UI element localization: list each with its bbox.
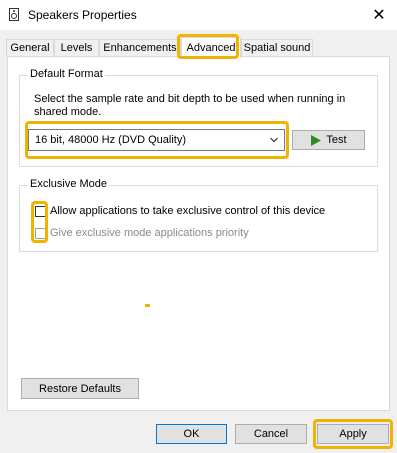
default-format-label: Default Format xyxy=(28,68,105,80)
format-select[interactable]: 16 bit, 48000 Hz (DVD Quality) xyxy=(28,129,285,151)
exclusive-mode-label: Exclusive Mode xyxy=(28,178,110,190)
apply-button[interactable]: Apply xyxy=(317,424,389,444)
exclusive-priority-label: Give exclusive mode applications priorit… xyxy=(50,227,249,239)
cancel-button[interactable]: Cancel xyxy=(235,424,307,444)
default-format-description: Select the sample rate and bit depth to … xyxy=(34,93,346,118)
tab-general[interactable]: General xyxy=(6,39,54,56)
exclusive-mode-group: Exclusive Mode xyxy=(19,178,378,252)
tab-label: Enhancements xyxy=(103,42,177,54)
format-select-value: 16 bit, 48000 Hz (DVD Quality) xyxy=(35,134,187,146)
chevron-down-icon xyxy=(270,137,278,143)
restore-defaults-label: Restore Defaults xyxy=(39,382,121,395)
tab-label: General xyxy=(10,42,50,54)
close-button[interactable]: ✕ xyxy=(361,0,397,30)
test-button[interactable]: Test xyxy=(292,130,365,150)
tab-label: Advanced xyxy=(186,42,236,54)
title-bar: Speakers Properties ✕ xyxy=(0,0,397,30)
ok-label: OK xyxy=(183,428,200,440)
tab-spatial-sound[interactable]: Spatial sound xyxy=(241,39,313,56)
tab-label: Spatial sound xyxy=(243,42,311,54)
allow-exclusive-label[interactable]: Allow applications to take exclusive con… xyxy=(50,205,325,217)
speaker-icon xyxy=(9,8,19,21)
exclusive-priority-checkbox[interactable] xyxy=(35,228,46,239)
tab-enhancements[interactable]: Enhancements xyxy=(99,39,181,56)
test-label: Test xyxy=(326,134,347,146)
play-icon xyxy=(311,134,322,146)
tab-levels[interactable]: Levels xyxy=(54,39,99,56)
window-title: Speakers Properties xyxy=(28,8,137,22)
tab-label: Levels xyxy=(60,42,93,54)
default-format-group: Default Format Select the sample rate an… xyxy=(19,68,378,167)
cancel-label: Cancel xyxy=(253,428,289,440)
apply-label: Apply xyxy=(339,428,367,440)
allow-exclusive-checkbox[interactable] xyxy=(35,206,46,217)
close-icon: ✕ xyxy=(372,7,386,24)
ok-button[interactable]: OK xyxy=(156,424,227,444)
restore-defaults-button[interactable]: Restore Defaults xyxy=(21,378,139,399)
highlight-mark xyxy=(145,304,150,307)
tab-advanced[interactable]: Advanced xyxy=(181,37,241,58)
